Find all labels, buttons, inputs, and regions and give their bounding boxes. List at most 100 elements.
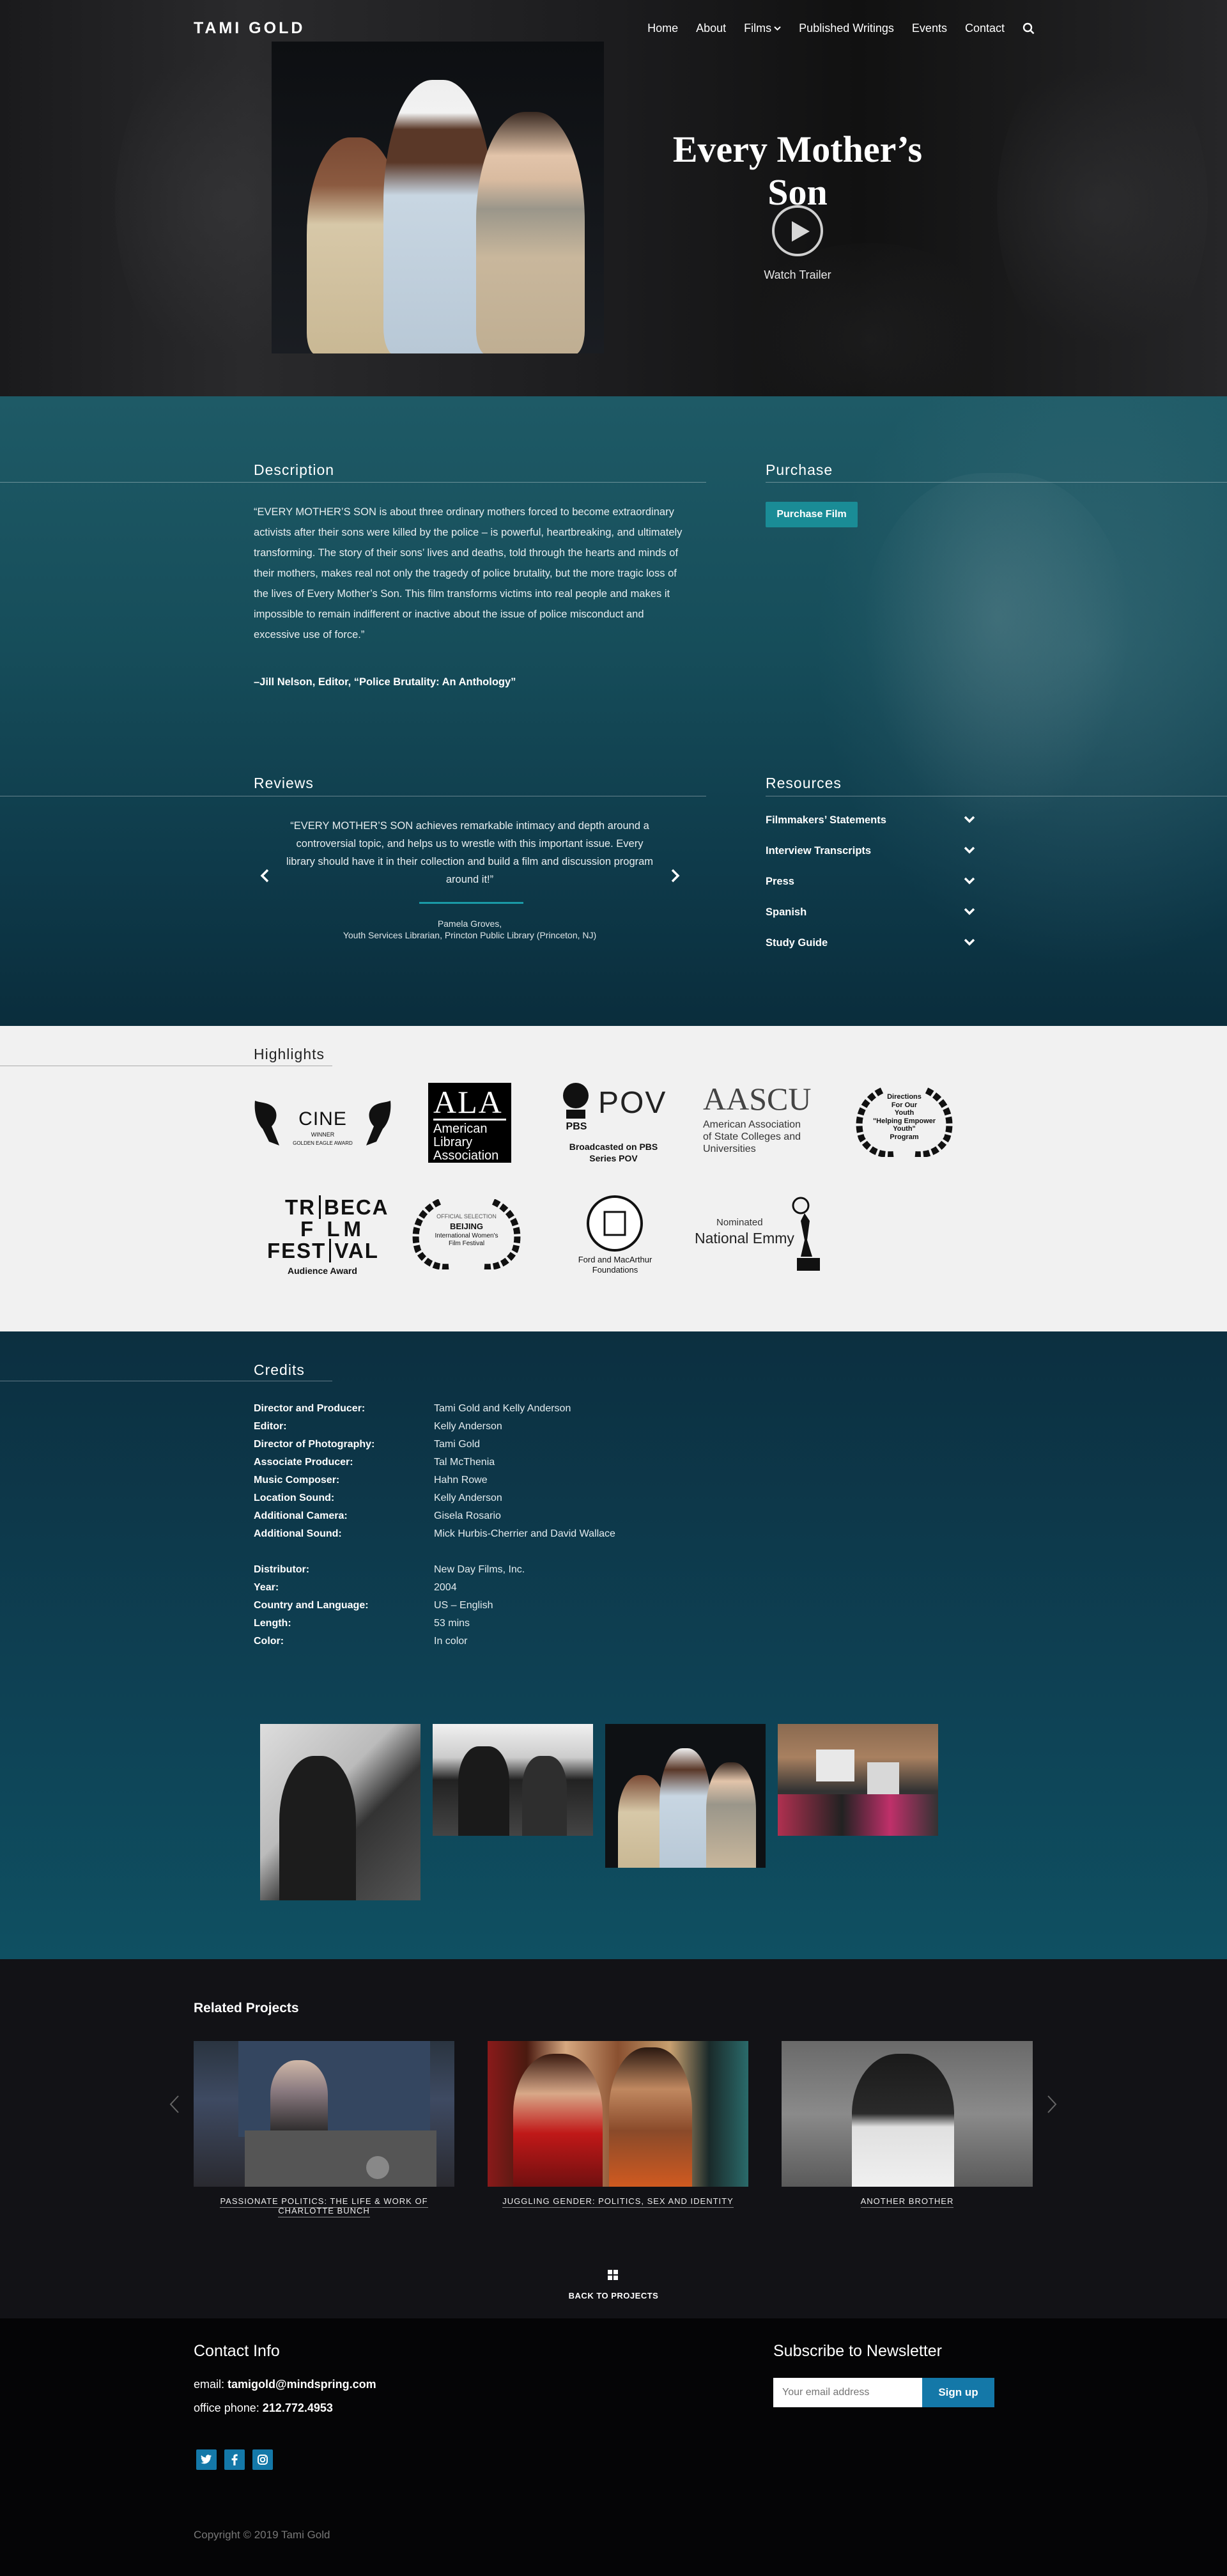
- related-next-arrow-icon[interactable]: [1047, 2095, 1057, 2114]
- credit-label: Music Composer:: [254, 1475, 340, 1486]
- resource-interview-transcripts[interactable]: Interview Transcripts: [766, 845, 975, 857]
- credit-label: Editor:: [254, 1421, 287, 1432]
- gallery-photo[interactable]: [605, 1724, 766, 1868]
- credit-value: Mick Hurbis-Cherrier and David Wallace: [434, 1528, 615, 1539]
- instagram-button[interactable]: [252, 2449, 273, 2470]
- gallery-photo[interactable]: [433, 1724, 593, 1836]
- ala-abbr: ALA: [433, 1086, 506, 1121]
- credit-label: Director of Photography:: [254, 1439, 375, 1450]
- credit-value: Hahn Rowe: [434, 1475, 488, 1486]
- grid-icon[interactable]: [607, 2269, 619, 2281]
- related-project-image[interactable]: [194, 2041, 454, 2187]
- tribeca-line3a: FEST: [267, 1239, 327, 1262]
- credits-heading: Credits: [254, 1362, 305, 1378]
- review-next-arrow-icon[interactable]: [668, 868, 681, 883]
- review-prev-arrow-icon[interactable]: [259, 868, 272, 883]
- related-project-image[interactable]: [488, 2041, 748, 2187]
- credit-value: Tami Gold: [434, 1439, 481, 1450]
- ala-line2: Library: [433, 1135, 473, 1149]
- directions-youth-logo: Directions For Our Youth "Helping Empowe…: [844, 1087, 965, 1157]
- description-heading: Description: [254, 462, 335, 478]
- emmy-line2: National Emmy: [695, 1230, 794, 1246]
- nav-published-writings[interactable]: Published Writings: [790, 22, 903, 35]
- chevron-down-icon: [964, 877, 975, 885]
- newsletter-email-input[interactable]: [773, 2378, 922, 2407]
- ala-line1: American: [433, 1122, 488, 1136]
- film-title: Every Mother’s Son: [672, 128, 923, 213]
- resource-study-guide[interactable]: Study Guide: [766, 937, 975, 949]
- twitter-button[interactable]: [196, 2449, 217, 2470]
- related-project-title[interactable]: PASSIONATE POLITICS: THE LIFE & WORK OF …: [194, 2196, 454, 2217]
- divider: [766, 482, 1227, 483]
- ford-line2: Foundations: [592, 1265, 638, 1275]
- related-title-line2: CHARLOTTE BUNCH: [278, 2206, 370, 2217]
- tribeca-logo: TR BECA F LM FEST VAL Audience Award: [267, 1195, 388, 1277]
- credit-value: Kelly Anderson: [434, 1421, 502, 1432]
- phone-number[interactable]: 212.772.4953: [263, 2401, 333, 2414]
- review-author-name: Pamela Groves,: [437, 919, 502, 929]
- chevron-down-icon: [964, 816, 975, 823]
- pov-line2: Series POV: [589, 1153, 638, 1163]
- email-link[interactable]: tamigold@mindspring.com: [228, 2378, 376, 2391]
- resource-label: Interview Transcripts: [766, 845, 872, 857]
- nav-films[interactable]: Films: [735, 22, 790, 35]
- credit-label: Additional Camera:: [254, 1510, 348, 1521]
- tribeca-line1a: TR: [285, 1195, 316, 1219]
- pov-line1: Broadcasted on PBS: [569, 1142, 658, 1152]
- credit-label: Length:: [254, 1618, 291, 1629]
- facebook-button[interactable]: [224, 2449, 245, 2470]
- beijing-line4: Film Festival: [448, 1240, 485, 1247]
- pov-label: POV: [598, 1086, 667, 1120]
- review-underline: [419, 902, 523, 904]
- chevron-down-icon: [964, 846, 975, 854]
- site-logo[interactable]: TAMI GOLD: [194, 19, 305, 38]
- gallery-photo[interactable]: [260, 1724, 421, 1900]
- pbs-head-icon: [563, 1083, 589, 1119]
- purchase-heading: Purchase: [766, 462, 833, 478]
- beijing-line1: OFFICIAL SELECTION: [436, 1213, 497, 1220]
- email-label: email:: [194, 2378, 225, 2391]
- description-text: “EVERY MOTHER’S SON is about three ordin…: [254, 506, 683, 640]
- nav-home[interactable]: Home: [638, 22, 687, 35]
- search-icon[interactable]: [1022, 22, 1035, 35]
- related-project-title[interactable]: ANOTHER BROTHER: [782, 2196, 1033, 2208]
- description-cite: –Jill Nelson, Editor, “Police Brutality:…: [254, 676, 516, 688]
- beijing-festival-logo: OFFICIAL SELECTION BEIJING International…: [403, 1199, 530, 1269]
- resource-spanish[interactable]: Spanish: [766, 906, 975, 919]
- nav-events[interactable]: Events: [903, 22, 956, 35]
- credit-label: Director and Producer:: [254, 1403, 366, 1414]
- highlights-heading: Highlights: [254, 1046, 325, 1062]
- credit-label: Distributor:: [254, 1564, 310, 1575]
- instagram-icon: [258, 2455, 268, 2465]
- chevron-down-icon: [774, 26, 781, 31]
- national-emmy-logo: Nominated National Emmy: [693, 1197, 828, 1273]
- resource-label: Press: [766, 876, 794, 887]
- directions-line6: Program: [890, 1133, 919, 1141]
- signup-button[interactable]: Sign up: [922, 2378, 994, 2407]
- aascu-line3: Universities: [703, 1144, 756, 1154]
- nav-films-label: Films: [744, 22, 772, 35]
- back-to-projects-link[interactable]: BACK TO PROJECTS: [550, 2291, 677, 2301]
- watch-trailer-label[interactable]: Watch Trailer: [734, 268, 861, 282]
- play-trailer-button[interactable]: [772, 205, 823, 256]
- resource-filmmakers-statements[interactable]: Filmmakers’ Statements: [766, 814, 975, 826]
- newsletter-heading: Subscribe to Newsletter: [773, 2342, 943, 2360]
- related-projects-heading: Related Projects: [194, 2001, 299, 2015]
- tribeca-line3b: VAL: [334, 1239, 379, 1262]
- resource-press[interactable]: Press: [766, 876, 975, 888]
- related-prev-arrow-icon[interactable]: [169, 2095, 180, 2114]
- review-author: Pamela Groves, Youth Services Librarian,…: [281, 918, 658, 941]
- credit-value: New Day Films, Inc.: [434, 1564, 525, 1575]
- credit-value: In color: [434, 1636, 468, 1647]
- related-project-title[interactable]: JUGGLING GENDER: POLITICS, SEX AND IDENT…: [488, 2196, 748, 2208]
- credit-value: US – English: [434, 1600, 493, 1611]
- gallery-photo[interactable]: [778, 1724, 938, 1836]
- beijing-line2: BEIJING: [449, 1222, 483, 1231]
- emmy-line1: Nominated: [716, 1217, 763, 1228]
- review-quote: “EVERY MOTHER’S SON achieves remarkable …: [286, 820, 654, 885]
- nav-about[interactable]: About: [687, 22, 735, 35]
- purchase-film-button[interactable]: Purchase Film: [766, 502, 858, 527]
- related-project-image[interactable]: [782, 2041, 1033, 2187]
- nav-contact[interactable]: Contact: [956, 22, 1014, 35]
- credit-label: Location Sound:: [254, 1493, 335, 1503]
